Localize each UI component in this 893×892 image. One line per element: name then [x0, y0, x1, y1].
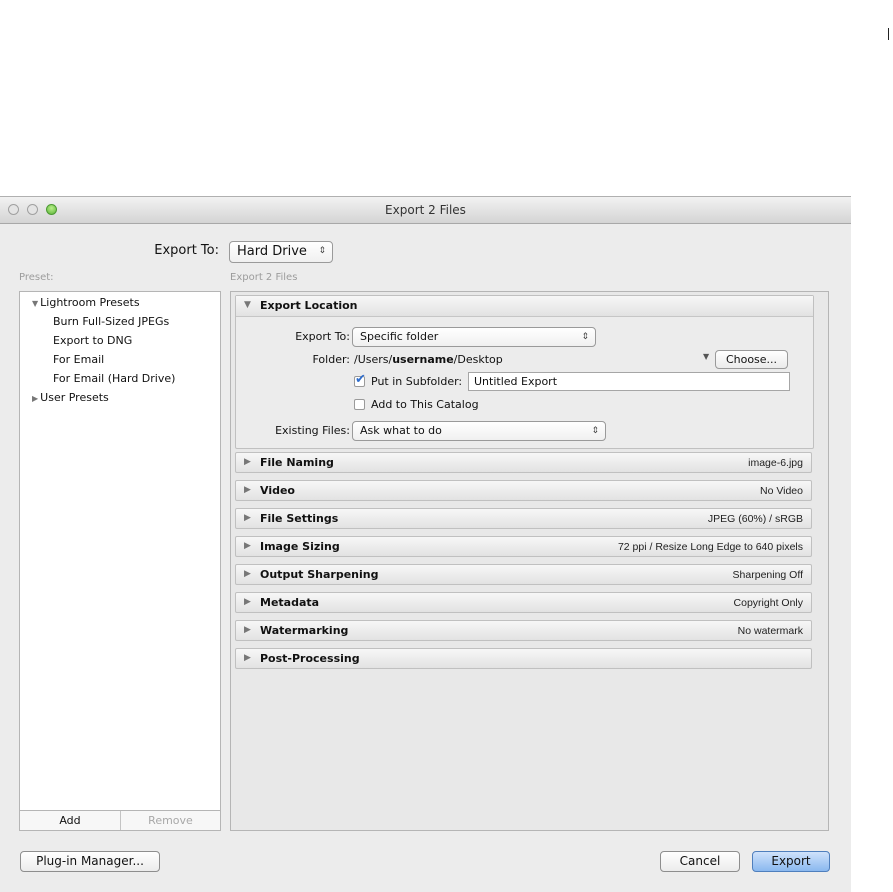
folder-path-suffix: /Desktop	[453, 353, 503, 366]
section-file-settings[interactable]: ▶ File Settings JPEG (60%) / sRGB	[235, 508, 812, 529]
tree-item-preset[interactable]: For Email (Hard Drive)	[53, 372, 175, 385]
plugin-manager-button[interactable]: Plug-in Manager...	[20, 851, 160, 872]
export-dialog: Export 2 Files Export To: Hard Drive ⇕ P…	[0, 196, 851, 892]
subfolder-checkbox[interactable]: ✔	[354, 372, 366, 387]
window-title: Export 2 Files	[385, 203, 466, 217]
existing-files-value: Ask what to do	[360, 424, 442, 437]
disclosure-collapsed-icon: ▶	[244, 513, 251, 523]
section-file-naming[interactable]: ▶ File Naming image-6.jpg	[235, 452, 812, 473]
remove-preset-button[interactable]: Remove	[121, 811, 220, 830]
section-post-processing[interactable]: ▶ Post-Processing	[235, 648, 812, 669]
section-title: Export Location	[260, 299, 358, 312]
folder-path-user: username	[392, 353, 454, 366]
settings-panel: ▼ Export Location Export To: Specific fo…	[230, 291, 829, 831]
preset-list: ▼ Lightroom Presets Burn Full-Sized JPEGs…	[19, 291, 221, 831]
section-output-sharpening[interactable]: ▶ Output Sharpening Sharpening Off	[235, 564, 812, 585]
section-summary: JPEG (60%) / sRGB	[707, 513, 803, 525]
preset-button-bar: Add Remove	[20, 810, 220, 830]
disclosure-collapsed-icon: ▶	[244, 597, 251, 607]
export-to-popup[interactable]: Hard Drive ⇕	[229, 241, 333, 263]
section-title: Post-Processing	[260, 652, 360, 665]
section-summary: Copyright Only	[733, 597, 803, 609]
folder-path: /Users/username/Desktop	[354, 353, 503, 366]
section-image-sizing[interactable]: ▶ Image Sizing 72 ppi / Resize Long Edge…	[235, 536, 812, 557]
existing-files-label: Existing Files:	[275, 424, 350, 437]
settings-header: Export 2 Files	[230, 272, 298, 283]
disclosure-collapsed-icon: ▶	[244, 457, 251, 467]
disclosure-collapsed-icon: ▶	[244, 569, 251, 579]
checkmark-icon: ✔	[355, 372, 366, 387]
export-to-folder-label: Export To:	[295, 330, 350, 343]
disclosure-collapsed-icon[interactable]: ▶	[32, 394, 38, 403]
add-to-catalog-checkbox[interactable]	[354, 399, 365, 410]
preset-header: Preset:	[19, 272, 54, 283]
recent-folders-arrow-icon[interactable]: ▼	[703, 352, 709, 361]
export-location-section: ▼ Export Location Export To: Specific fo…	[235, 295, 814, 449]
section-summary: image-6.jpg	[748, 457, 803, 469]
text-cursor	[888, 28, 889, 40]
popup-arrows-icon: ⇕	[318, 246, 326, 256]
choose-folder-button[interactable]: Choose...	[715, 350, 788, 369]
tree-item-preset[interactable]: Burn Full-Sized JPEGs	[53, 315, 169, 328]
tree-item-user-presets[interactable]: ▶ User Presets	[32, 391, 109, 404]
add-preset-button[interactable]: Add	[20, 811, 121, 830]
popup-arrows-icon: ⇕	[581, 332, 589, 342]
disclosure-collapsed-icon: ▶	[244, 653, 251, 663]
section-title: Watermarking	[260, 624, 349, 637]
section-summary: No watermark	[737, 625, 803, 637]
section-summary: No Video	[759, 485, 803, 497]
export-to-label: Export To:	[154, 243, 219, 258]
title-bar[interactable]: Export 2 Files	[0, 197, 851, 224]
section-watermarking[interactable]: ▶ Watermarking No watermark	[235, 620, 812, 641]
tree-item-preset[interactable]: Export to DNG	[53, 334, 132, 347]
disclosure-collapsed-icon: ▶	[244, 625, 251, 635]
tree-item-label: Lightroom Presets	[40, 296, 140, 309]
export-location-header[interactable]: ▼ Export Location	[236, 296, 813, 317]
section-title: Output Sharpening	[260, 568, 379, 581]
existing-files-popup[interactable]: Ask what to do ⇕	[352, 421, 606, 441]
folder-path-prefix: /Users/	[354, 353, 393, 366]
section-summary: Sharpening Off	[732, 569, 803, 581]
section-title: Metadata	[260, 596, 320, 609]
section-title: File Settings	[260, 512, 339, 525]
section-title: Image Sizing	[260, 540, 340, 553]
tree-item-preset[interactable]: For Email	[53, 353, 104, 366]
tree-item-label: User Presets	[40, 391, 109, 404]
popup-arrows-icon: ⇕	[591, 426, 599, 436]
folder-label: Folder:	[312, 353, 350, 366]
disclosure-expanded-icon[interactable]: ▼	[32, 299, 38, 308]
export-button[interactable]: Export	[752, 851, 830, 872]
section-summary: 72 ppi / Resize Long Edge to 640 pixels	[617, 541, 803, 553]
add-to-catalog-label: Add to This Catalog	[371, 398, 479, 411]
section-metadata[interactable]: ▶ Metadata Copyright Only	[235, 592, 812, 613]
export-to-folder-value: Specific folder	[360, 330, 439, 343]
disclosure-collapsed-icon: ▶	[244, 541, 251, 551]
cancel-button[interactable]: Cancel	[660, 851, 740, 872]
tree-item-lightroom-presets[interactable]: ▼ Lightroom Presets	[32, 296, 140, 309]
export-to-folder-popup[interactable]: Specific folder ⇕	[352, 327, 596, 347]
section-title: File Naming	[260, 456, 334, 469]
disclosure-expanded-icon: ▼	[244, 300, 251, 310]
disclosure-collapsed-icon: ▶	[244, 485, 251, 495]
subfolder-name-input[interactable]: Untitled Export	[468, 372, 790, 391]
subfolder-label: Put in Subfolder:	[371, 375, 463, 388]
section-title: Video	[260, 484, 295, 497]
section-video[interactable]: ▶ Video No Video	[235, 480, 812, 501]
export-to-value: Hard Drive	[237, 244, 307, 259]
